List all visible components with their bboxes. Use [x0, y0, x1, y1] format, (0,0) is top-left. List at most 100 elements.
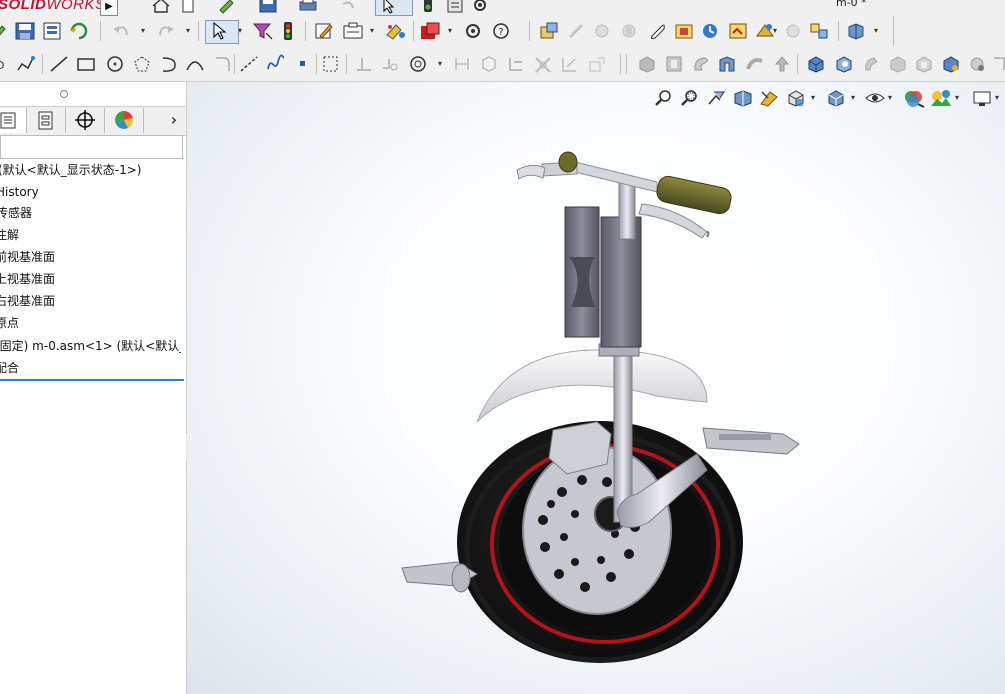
exploded-view-icon[interactable]: [808, 21, 830, 41]
undo-dropdown-icon[interactable]: ▾: [141, 26, 145, 35]
graphics-area[interactable]: ▾ ▾ ▾ ▾ ▾: [187, 82, 1005, 694]
extruded-boss-icon[interactable]: [636, 54, 658, 74]
edit-sketch-icon[interactable]: [313, 21, 335, 41]
line-icon[interactable]: [48, 54, 70, 74]
sketch-pen-icon[interactable]: [217, 0, 239, 14]
undo-icon[interactable]: [110, 21, 132, 41]
move-entities-icon[interactable]: [505, 54, 527, 74]
tabs-more-button[interactable]: ›: [162, 108, 186, 133]
reference-geometry-icon[interactable]: [727, 21, 749, 41]
mate-icon[interactable]: [566, 21, 588, 41]
mirror-entities-icon[interactable]: [353, 54, 375, 74]
rapid-sketch-icon[interactable]: [586, 54, 608, 74]
options-gear-icon[interactable]: [464, 22, 482, 40]
fillet-icon[interactable]: [212, 54, 234, 74]
file-properties-icon[interactable]: [445, 0, 465, 14]
tab-display-manager[interactable]: [105, 108, 144, 133]
options-gear-icon[interactable]: [471, 0, 489, 14]
new-document-icon[interactable]: [180, 0, 196, 14]
move-component-icon[interactable]: [647, 21, 669, 41]
save-icon[interactable]: [14, 21, 36, 41]
rib-icon[interactable]: [992, 54, 1005, 74]
swept-boss-icon[interactable]: [690, 54, 712, 74]
linear-sketch-pattern-icon[interactable]: [478, 54, 500, 74]
tree-item-top-plane[interactable]: 上视基准面: [0, 269, 181, 289]
tree-filter-input[interactable]: [0, 135, 183, 159]
selection-filter-icon[interactable]: [252, 21, 274, 41]
assembly-features-icon[interactable]: [699, 21, 721, 41]
polygon-icon[interactable]: [131, 54, 153, 74]
repair-sketch-icon[interactable]: [532, 54, 554, 74]
undo-icon[interactable]: [337, 0, 357, 14]
hole-wizard-icon[interactable]: [805, 54, 827, 74]
tree-item-sensors[interactable]: 传感器: [0, 203, 182, 223]
spline-icon[interactable]: [265, 54, 287, 74]
offset-entities-icon[interactable]: [407, 54, 429, 74]
tab-configuration-manager[interactable]: [66, 108, 105, 133]
redo-dropdown-icon[interactable]: ▾: [186, 26, 190, 35]
instant3d-icon[interactable]: [845, 21, 867, 41]
part-color-icon[interactable]: [384, 21, 408, 41]
home-icon[interactable]: [150, 0, 172, 14]
revolved-boss-icon[interactable]: [663, 54, 685, 74]
fillet-feature-icon[interactable]: [940, 54, 962, 74]
offset-dropdown-icon[interactable]: ▾: [438, 59, 442, 68]
save-icon[interactable]: [258, 0, 278, 14]
display-style-dropdown-icon[interactable]: ▾: [874, 26, 878, 35]
one-wheel-scooter-model[interactable]: [187, 82, 1005, 694]
tree-item-right-plane[interactable]: 右视基准面: [0, 291, 181, 311]
rebuild-traffic-light-icon[interactable]: [421, 0, 435, 14]
tree-item-subassembly[interactable]: (固定) m-0.asm<1> (默认<默认_显: [0, 336, 181, 356]
three-point-arc-icon[interactable]: [184, 54, 206, 74]
panel-grip-icon[interactable]: [60, 90, 68, 98]
insert-component-icon[interactable]: [538, 21, 560, 41]
quick-snaps-icon[interactable]: [559, 54, 581, 74]
lofted-cut-icon[interactable]: [887, 54, 909, 74]
tab-property-manager[interactable]: [27, 108, 66, 133]
title-bar: SOLIDWORKS ▶ m-0 *: [0, 0, 1005, 16]
swept-cut-icon[interactable]: [860, 54, 882, 74]
tab-feature-tree[interactable]: [0, 108, 27, 133]
convert-entities-icon[interactable]: [379, 54, 401, 74]
tree-item-assembly-root[interactable]: (默认<默认_显示状态-1>): [0, 160, 184, 180]
construction-geometry-icon[interactable]: [320, 54, 342, 74]
tree-item-mates[interactable]: 配合: [0, 358, 181, 378]
tree-item-front-plane[interactable]: 前视基准面: [0, 247, 181, 267]
rebuild-icon[interactable]: [68, 21, 90, 41]
print-icon[interactable]: [298, 0, 318, 14]
tree-item-origin[interactable]: 原点: [0, 313, 181, 333]
addins-icon[interactable]: [419, 21, 441, 41]
help-icon[interactable]: ?: [492, 22, 510, 40]
tree-item-annotations[interactable]: 注解: [0, 225, 181, 245]
redo-icon[interactable]: [155, 21, 177, 41]
solidworks-logo[interactable]: SOLIDWORKS: [0, 0, 106, 13]
save-options-icon[interactable]: [41, 21, 63, 41]
rectangle-icon[interactable]: [75, 54, 97, 74]
boundary-cut-icon[interactable]: [913, 54, 935, 74]
linear-pattern-icon[interactable]: [592, 21, 614, 41]
addins-dropdown-icon[interactable]: ▾: [448, 26, 452, 35]
file-properties-dropdown-icon[interactable]: ▾: [370, 26, 374, 35]
sketch-pen-icon[interactable]: [0, 22, 8, 40]
smart-fastener-icon[interactable]: [618, 21, 640, 41]
lofted-boss-icon[interactable]: [716, 54, 738, 74]
point-icon[interactable]: [294, 54, 312, 74]
motion-study-dropdown-icon[interactable]: ▾: [773, 26, 777, 35]
rebuild-traffic-light-icon[interactable]: [281, 21, 295, 41]
tree-item-history[interactable]: History: [0, 182, 182, 202]
sketch-icon[interactable]: [14, 54, 38, 74]
smart-dimension-icon[interactable]: D: [0, 55, 8, 73]
circle-icon[interactable]: [104, 54, 126, 74]
show-hidden-icon[interactable]: [673, 21, 695, 41]
linear-pattern-feature-icon[interactable]: [966, 54, 988, 74]
centerline-icon[interactable]: [238, 54, 260, 74]
arc-icon[interactable]: [158, 54, 180, 74]
extruded-cut-icon[interactable]: [771, 54, 793, 74]
file-properties-icon[interactable]: [341, 21, 365, 41]
select-dropdown-icon[interactable]: ▾: [238, 26, 242, 35]
menu-expand-button[interactable]: ▶: [100, 0, 118, 16]
bill-of-materials-icon[interactable]: [782, 21, 804, 41]
boundary-boss-icon[interactable]: [744, 54, 766, 74]
revolved-cut-icon[interactable]: [833, 54, 855, 74]
trim-entities-icon[interactable]: [451, 54, 473, 74]
